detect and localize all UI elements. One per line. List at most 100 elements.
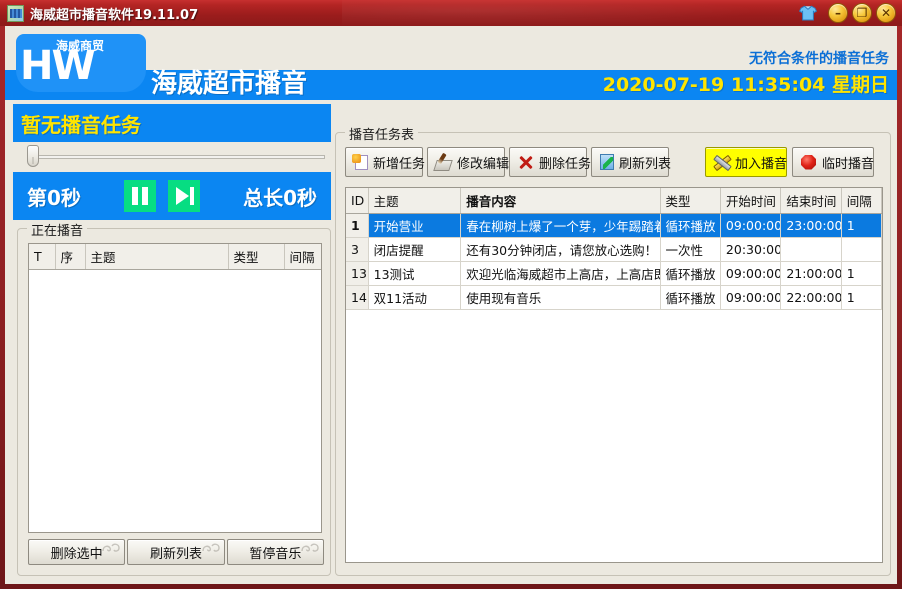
table-row[interactable]: 1开始营业春在柳树上爆了一个芽，少年踢踏着循环播放09:00:0023:00:0… (346, 214, 882, 238)
playback-progress-slider[interactable] (13, 144, 331, 170)
pause-icon[interactable] (124, 180, 156, 212)
cell-start[interactable]: 09:00:00 (720, 286, 780, 310)
cell-interval[interactable]: 1 (841, 286, 881, 310)
now-playing-table[interactable]: T 序 主题 类型 间隔 (28, 243, 322, 533)
window-title: 海威超市播音软件19.11.07 (30, 4, 198, 23)
maximize-glyph: ❐ (853, 4, 871, 22)
maximize-button[interactable]: ❐ (852, 3, 872, 23)
broadcast-task-body: 1开始营业春在柳树上爆了一个芽，少年踢踏着循环播放09:00:0023:00:0… (346, 214, 882, 310)
slider-track[interactable] (35, 155, 325, 159)
slider-thumb[interactable] (27, 145, 39, 167)
cell-type[interactable]: 一次性 (660, 238, 720, 262)
cell-id[interactable]: 3 (346, 238, 368, 262)
col-interval[interactable]: 间隔 (284, 244, 322, 270)
refresh-list-button[interactable]: 刷新列表 (127, 539, 224, 565)
cell-subject[interactable]: 闭店提醒 (368, 238, 461, 262)
table-row[interactable]: 14双11活动使用现有音乐循环播放09:00:0022:00:001 (346, 286, 882, 310)
title-bar[interactable]: 海威超市播音软件19.11.07 – ❐ ✕ (0, 0, 902, 26)
refresh-tasks-button-label: 刷新列表 (619, 153, 671, 172)
add-task-button[interactable]: 新增任务 (345, 147, 423, 177)
cell-type[interactable]: 循环播放 (660, 214, 720, 238)
cell-id[interactable]: 14 (346, 286, 368, 310)
join-broadcast-button[interactable]: 加入播音 (705, 147, 787, 177)
minimize-button[interactable]: – (828, 3, 848, 23)
refresh-icon (600, 154, 614, 170)
logo-mark: HW (20, 46, 94, 86)
now-playing-group: 正在播音 T 序 主题 类型 间隔 (17, 228, 331, 576)
now-playing-actions: 删除选中 刷新列表 暂停音乐 (28, 539, 324, 565)
cell-content[interactable]: 欢迎光临海威超市上高店，上高店即 (461, 262, 660, 286)
delete-selected-button[interactable]: 删除选中 (28, 539, 125, 565)
company-logo: 海威商贸 HW (16, 34, 146, 92)
shirt-icon[interactable] (798, 3, 818, 23)
next-track-icon[interactable] (168, 180, 200, 212)
cell-interval[interactable]: 1 (841, 214, 881, 238)
close-glyph: ✕ (877, 4, 895, 22)
status-note: 无符合条件的播音任务 (749, 48, 889, 68)
cell-start[interactable]: 09:00:00 (720, 262, 780, 286)
col-seq[interactable]: 序 (55, 244, 85, 270)
now-playing-group-title: 正在播音 (27, 220, 87, 239)
current-task-label: 暂无播音任务 (21, 109, 141, 138)
current-task-banner: 暂无播音任务 (13, 104, 331, 142)
current-position-label: 第0秒 (27, 182, 81, 211)
cell-subject[interactable]: 13测试 (368, 262, 461, 286)
col-type[interactable]: 类型 (660, 188, 720, 214)
delete-task-button-label: 删除任务 (539, 153, 591, 172)
col-end[interactable]: 结束时间 (781, 188, 841, 214)
cell-type[interactable]: 循环播放 (660, 262, 720, 286)
app-broadcast-icon (7, 5, 24, 22)
application-window: 海威超市播音软件19.11.07 – ❐ ✕ 海威 (0, 0, 902, 589)
broadcast-task-group-title: 播音任务表 (345, 124, 418, 143)
swirl-decoration-icon (201, 542, 221, 555)
temp-broadcast-button[interactable]: 临时播音 (792, 147, 874, 177)
col-content[interactable]: 播音内容 (461, 188, 660, 214)
stop-sign-icon (800, 154, 817, 171)
brand-banner: 海威商贸 HW 海威超市播音 无符合条件的播音任务 2020-07-19 11:… (5, 26, 897, 100)
cell-end[interactable]: 21:00:00 (781, 262, 841, 286)
col-start[interactable]: 开始时间 (720, 188, 780, 214)
col-subject[interactable]: 主题 (85, 244, 228, 270)
join-broadcast-button-label: 加入播音 (735, 153, 787, 172)
client-area: 海威商贸 HW 海威超市播音 无符合条件的播音任务 2020-07-19 11:… (5, 26, 897, 584)
col-type[interactable]: 类型 (228, 244, 284, 270)
refresh-list-label: 刷新列表 (150, 543, 202, 562)
cell-start[interactable]: 09:00:00 (720, 214, 780, 238)
swirl-decoration-icon (101, 542, 121, 555)
cell-interval[interactable]: 1 (841, 262, 881, 286)
transport-controls (124, 180, 200, 212)
cell-subject[interactable]: 开始营业 (368, 214, 461, 238)
clock-display: 2020-07-19 11:35:04 星期日 (603, 71, 889, 99)
refresh-tasks-button[interactable]: 刷新列表 (591, 147, 669, 177)
pause-music-button[interactable]: 暂停音乐 (227, 539, 324, 565)
cell-id[interactable]: 1 (346, 214, 368, 238)
delete-task-button[interactable]: 删除任务 (509, 147, 587, 177)
cell-end[interactable] (781, 238, 841, 262)
cell-content[interactable]: 使用现有音乐 (461, 286, 660, 310)
cell-type[interactable]: 循环播放 (660, 286, 720, 310)
edit-pen-icon (435, 154, 452, 171)
col-interval[interactable]: 间隔 (841, 188, 881, 214)
pause-music-label: 暂停音乐 (249, 543, 301, 562)
close-button[interactable]: ✕ (876, 3, 896, 23)
col-subject[interactable]: 主题 (368, 188, 461, 214)
swirl-decoration-icon (300, 542, 320, 555)
cell-end[interactable]: 23:00:00 (781, 214, 841, 238)
broadcast-task-table[interactable]: ID 主题 播音内容 类型 开始时间 结束时间 间隔 1开始营业春在柳树上爆了一… (345, 187, 883, 563)
cell-interval[interactable] (841, 238, 881, 262)
cell-start[interactable]: 20:30:00 (720, 238, 780, 262)
cell-id[interactable]: 13 (346, 262, 368, 286)
col-t[interactable]: T (29, 244, 55, 270)
cell-subject[interactable]: 双11活动 (368, 286, 461, 310)
col-id[interactable]: ID (346, 188, 368, 214)
delete-selected-label: 删除选中 (51, 543, 103, 562)
cell-end[interactable]: 22:00:00 (781, 286, 841, 310)
table-row[interactable]: 1313测试欢迎光临海威超市上高店，上高店即循环播放09:00:0021:00:… (346, 262, 882, 286)
edit-task-button[interactable]: 修改编辑 (427, 147, 505, 177)
table-row[interactable]: 3闭店提醒还有30分钟闭店，请您放心选购！一次性20:30:00 (346, 238, 882, 262)
cell-content[interactable]: 还有30分钟闭店，请您放心选购！ (461, 238, 660, 262)
red-x-icon (517, 154, 534, 171)
window-controls: – ❐ ✕ (798, 3, 896, 23)
cell-content[interactable]: 春在柳树上爆了一个芽，少年踢踏着 (461, 214, 660, 238)
add-task-button-label: 新增任务 (373, 153, 425, 172)
